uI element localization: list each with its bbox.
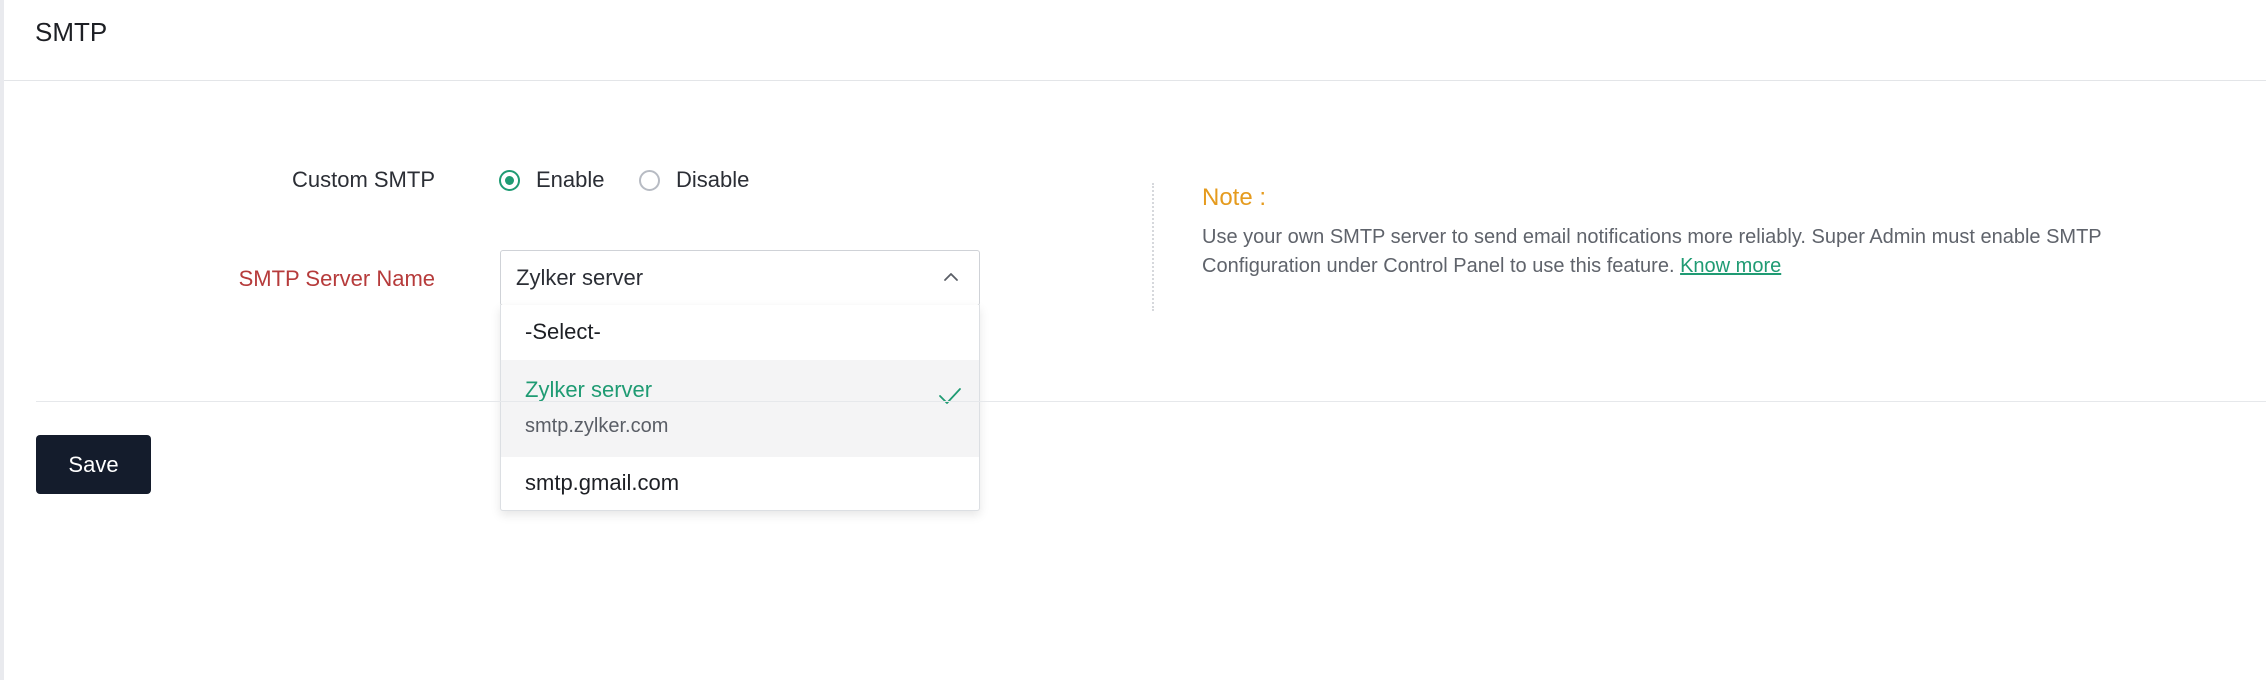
note-body: Use your own SMTP server to send email n… [1202,226,2102,277]
note-divider [1152,183,1154,311]
smtp-server-selected-value: Zylker server [516,265,644,290]
radio-unchecked-icon [639,169,660,191]
know-more-link[interactable]: Know more [1680,255,1781,277]
page-header: SMTP [4,0,2266,81]
left-edge-rule [0,0,4,680]
disable-radio-label: Disable [676,167,750,192]
radio-checked-icon [499,169,520,191]
dropdown-option-label: smtp.gmail.com [525,470,680,495]
smtp-server-select[interactable]: Zylker server [500,250,980,306]
dropdown-option-label: Zylker server [525,377,653,402]
note-text: Use your own SMTP server to send email n… [1202,223,2212,281]
disable-radio[interactable]: Disable [639,166,749,194]
checkmark-icon [939,388,961,404]
dropdown-option-select[interactable]: -Select- [501,305,979,360]
chevron-up-icon [944,273,958,281]
enable-radio-label: Enable [536,167,605,192]
dropdown-option-zylker-server[interactable]: Zylker server smtp.zylker.com [501,360,979,457]
smtp-server-dropdown: -Select- Zylker server smtp.zylker.com s… [500,305,980,511]
form-divider [36,401,2266,402]
custom-smtp-label: Custom SMTP [291,167,435,192]
enable-radio[interactable]: Enable [499,166,605,194]
dropdown-option-host: smtp.zylker.com [525,415,669,437]
page-title: SMTP [35,17,108,47]
note-title: Note : [1202,184,1267,211]
save-button[interactable]: Save [36,435,151,494]
dropdown-option-label: -Select- [525,319,601,344]
dropdown-option-gmail[interactable]: smtp.gmail.com [501,457,979,511]
smtp-server-name-label: SMTP Server Name [238,266,435,291]
